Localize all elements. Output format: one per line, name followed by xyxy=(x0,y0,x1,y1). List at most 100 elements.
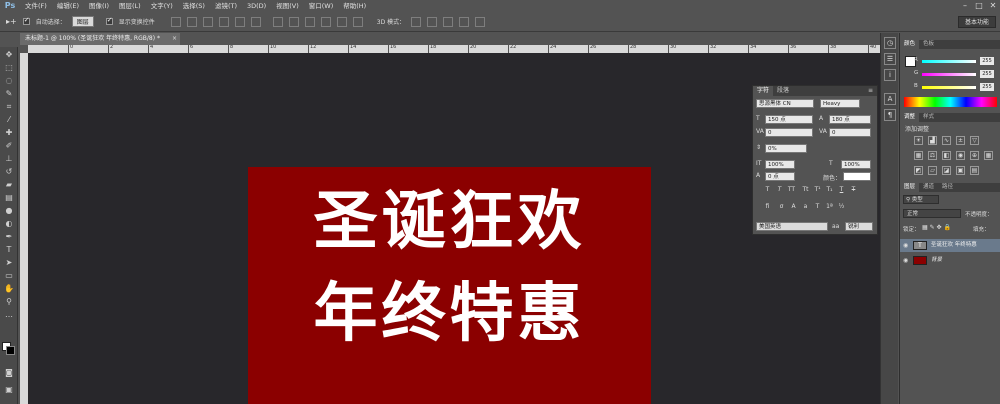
color-spectrum-bar[interactable] xyxy=(904,97,997,107)
gradient-tool-icon[interactable]: ▤ xyxy=(2,192,16,203)
menu-3d[interactable]: 3D(D) xyxy=(242,0,271,12)
menu-help[interactable]: 帮助(H) xyxy=(338,0,371,12)
tracking-field[interactable]: 0 xyxy=(829,128,871,137)
antialias-select[interactable]: 锐利 xyxy=(845,222,873,231)
tab-adjustments[interactable]: 调整 xyxy=(900,113,920,122)
crop-tool-icon[interactable]: ⌗ xyxy=(2,101,16,112)
old-style-icon[interactable]: σ xyxy=(777,202,786,211)
menu-edit[interactable]: 编辑(E) xyxy=(52,0,84,12)
auto-select-checkbox[interactable] xyxy=(22,16,30,25)
shape-tool-icon[interactable]: ▭ xyxy=(2,270,16,281)
blue-value[interactable]: 255 xyxy=(980,83,994,91)
close-document-icon[interactable]: × xyxy=(172,33,177,45)
tab-color[interactable]: 颜色 xyxy=(900,40,920,49)
eyedropper-tool-icon[interactable]: ⁄ xyxy=(2,114,16,125)
levels-icon[interactable]: ▟ xyxy=(928,136,937,145)
visibility-eye-icon[interactable]: ◉ xyxy=(903,242,910,249)
align-middle-icon[interactable] xyxy=(186,16,197,27)
artboard-image[interactable]: 圣诞狂欢 年终特惠 xyxy=(248,167,651,404)
ordinal-icon[interactable]: 1ª xyxy=(825,202,834,211)
menu-image[interactable]: 图像(I) xyxy=(84,0,114,12)
pen-tool-icon[interactable]: ✒ xyxy=(2,231,16,242)
healing-brush-tool-icon[interactable]: ✚ xyxy=(2,127,16,138)
small-caps-icon[interactable]: Tt xyxy=(801,185,810,194)
auto-select-dropdown[interactable]: 图层 xyxy=(71,16,94,27)
curves-icon[interactable]: ∿ xyxy=(942,136,951,145)
horizontal-scale-field[interactable]: 100% xyxy=(841,160,871,169)
properties-panel-icon[interactable]: ☰ xyxy=(884,53,896,65)
maximize-icon[interactable]: □ xyxy=(972,0,986,12)
hand-tool-icon[interactable]: ✋ xyxy=(2,283,16,294)
photo-filter-icon[interactable]: ◉ xyxy=(956,151,965,160)
panel-menu-icon[interactable]: ≡ xyxy=(864,86,877,96)
all-caps-icon[interactable]: TT xyxy=(787,185,796,194)
tab-channels[interactable]: 通道 xyxy=(919,183,938,192)
menu-type[interactable]: 文字(Y) xyxy=(146,0,178,12)
align-left-icon[interactable] xyxy=(218,16,229,27)
menu-window[interactable]: 窗口(W) xyxy=(304,0,339,12)
distribute-bottom-icon[interactable] xyxy=(304,16,315,27)
dodge-tool-icon[interactable]: ◐ xyxy=(2,218,16,229)
history-brush-tool-icon[interactable]: ↺ xyxy=(2,166,16,177)
language-select[interactable]: 美国英语 xyxy=(756,222,828,231)
type-tool-icon[interactable]: T xyxy=(2,244,16,255)
paragraph-panel-icon[interactable]: ¶ xyxy=(884,109,896,121)
channel-mixer-icon[interactable]: ⊕ xyxy=(970,151,979,160)
distribute-middle-icon[interactable] xyxy=(288,16,299,27)
font-family-select[interactable]: 思源黑体 CN xyxy=(756,99,814,108)
eraser-tool-icon[interactable]: ▰ xyxy=(2,179,16,190)
lasso-tool-icon[interactable]: ◌ xyxy=(2,75,16,86)
distribute-top-icon[interactable] xyxy=(272,16,283,27)
red-slider-track[interactable] xyxy=(922,60,976,63)
3d-rotate-icon[interactable] xyxy=(411,16,422,27)
layer-row-text[interactable]: ◉ T 圣诞狂欢 年终特惠 xyxy=(900,239,1000,252)
color-balance-icon[interactable]: ⚖ xyxy=(928,151,937,160)
threshold-icon[interactable]: ◪ xyxy=(942,166,951,175)
distribute-right-icon[interactable] xyxy=(352,16,363,27)
align-bottom-icon[interactable] xyxy=(202,16,213,27)
tab-layers[interactable]: 图层 xyxy=(900,183,920,192)
blue-slider[interactable]: B 255 xyxy=(914,83,994,93)
menu-view[interactable]: 视图(V) xyxy=(271,0,304,12)
invert-icon[interactable]: ◩ xyxy=(914,166,923,175)
layer-name[interactable]: 圣诞狂欢 年终特惠 xyxy=(931,239,977,252)
screen-mode-icon[interactable]: ▣ xyxy=(2,384,16,395)
green-slider[interactable]: G 255 xyxy=(914,70,994,80)
vertical-scale-field[interactable]: 100% xyxy=(765,160,795,169)
move-tool-icon[interactable]: ▸+ xyxy=(6,17,17,26)
green-value[interactable]: 255 xyxy=(980,70,994,78)
3d-scale-icon[interactable] xyxy=(475,16,486,27)
blur-tool-icon[interactable]: ● xyxy=(2,205,16,216)
menu-file[interactable]: 文件(F) xyxy=(20,0,52,12)
tab-paths[interactable]: 路径 xyxy=(938,183,957,192)
baseline-shift-field[interactable]: 0 点 xyxy=(765,172,795,181)
menu-filter[interactable]: 滤镜(T) xyxy=(210,0,242,12)
subscript-icon[interactable]: T₁ xyxy=(825,185,834,194)
black-white-icon[interactable]: ◧ xyxy=(942,151,951,160)
show-transform-checkbox[interactable] xyxy=(105,16,113,25)
path-select-tool-icon[interactable]: ➤ xyxy=(2,257,16,268)
3d-roll-icon[interactable] xyxy=(427,16,438,27)
vibrance-icon[interactable]: ▽ xyxy=(970,136,979,145)
zoom-tool-icon[interactable]: ⚲ xyxy=(2,296,16,307)
leading-field[interactable]: 180 点 xyxy=(829,115,871,124)
info-panel-icon[interactable]: i xyxy=(884,69,896,81)
background-color-swatch[interactable] xyxy=(6,346,15,355)
gradient-map-icon[interactable]: ▤ xyxy=(970,166,979,175)
menu-select[interactable]: 选择(S) xyxy=(178,0,210,12)
fraction-icon[interactable]: ½ xyxy=(837,202,846,211)
layer-row-background[interactable]: ◉ 背景 xyxy=(900,254,1000,267)
distribute-left-icon[interactable] xyxy=(320,16,331,27)
workspace-switcher[interactable]: 基本功能 xyxy=(957,16,996,28)
brightness-contrast-icon[interactable]: ☀ xyxy=(914,136,923,145)
align-top-icon[interactable] xyxy=(170,16,181,27)
3d-slide-icon[interactable] xyxy=(459,16,470,27)
color-lookup-icon[interactable]: ▦ xyxy=(984,151,993,160)
visibility-eye-icon[interactable]: ◉ xyxy=(903,257,910,264)
align-center-icon[interactable] xyxy=(234,16,245,27)
close-icon[interactable]: ✕ xyxy=(986,0,1000,12)
marquee-tool-icon[interactable]: ⬚ xyxy=(2,62,16,73)
faux-italic-icon[interactable]: T xyxy=(775,185,784,194)
exposure-icon[interactable]: ± xyxy=(956,136,965,145)
tab-paragraph[interactable]: 段落 xyxy=(773,86,793,96)
